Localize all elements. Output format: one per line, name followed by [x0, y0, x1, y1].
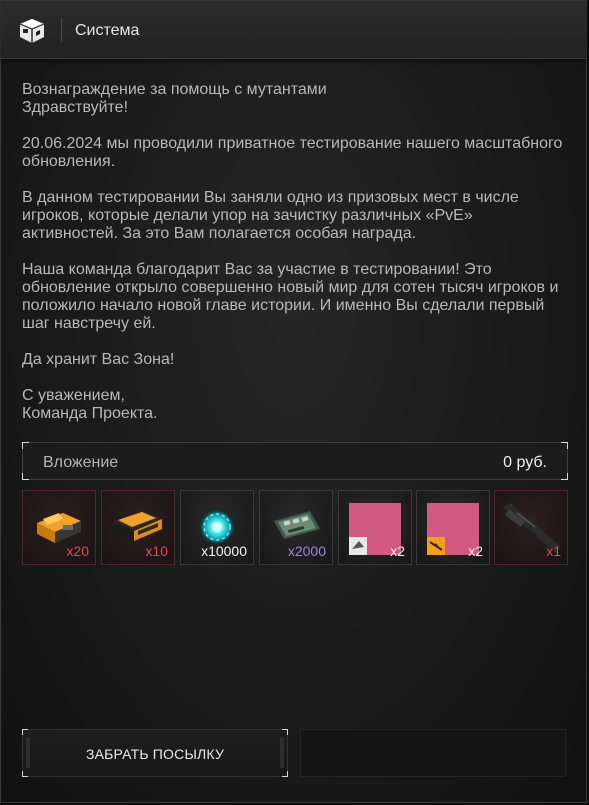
header-separator — [61, 18, 62, 42]
item-quantity: x2 — [390, 543, 405, 559]
package-icon — [19, 19, 45, 43]
item-quantity: x1 — [546, 543, 561, 559]
item-quantity: x20 — [66, 543, 89, 559]
message-paragraph: 20.06.2024 мы проводили приватное тестир… — [22, 135, 563, 170]
message-paragraph: Да хранит Вас Зона! — [22, 351, 175, 368]
item-quantity: x2 — [468, 543, 483, 559]
item-slot[interactable]: x2 — [338, 490, 412, 565]
message-signature: С уважением, Команда Проекта. — [22, 387, 158, 422]
message-body: Вознаграждение за помощь с мутантами Здр… — [22, 81, 572, 423]
item-slot[interactable]: x2 — [416, 490, 490, 565]
message-paragraph: Вознаграждение за помощь с мутантами Здр… — [22, 81, 327, 116]
system-mail-window: Система Вознаграждение за помощь с мутан… — [0, 0, 587, 803]
message-paragraph: В данном тестировании Вы заняли одно из … — [22, 189, 519, 242]
item-slot[interactable]: x2000 — [259, 490, 333, 565]
message-paragraph: Наша команда благодарит Вас за участие в… — [22, 261, 559, 332]
window-title: Система — [75, 22, 140, 39]
claim-button-label: ЗАБРАТЬ ПОСЫЛКУ — [85, 746, 225, 762]
attachment-price: 0 руб. — [503, 454, 547, 471]
item-slot[interactable]: x1 — [494, 490, 568, 565]
attachment-label: Вложение — [43, 454, 119, 471]
item-quantity: x10 — [145, 543, 168, 559]
claim-package-button[interactable]: ЗАБРАТЬ ПОСЫЛКУ — [22, 729, 288, 777]
item-slot[interactable]: x10000 — [180, 490, 254, 565]
item-quantity: x10000 — [201, 543, 247, 559]
attachment-bar: Вложение 0 руб. — [22, 442, 568, 480]
item-slot[interactable]: x10 — [101, 490, 175, 565]
item-slot[interactable]: x20 — [22, 490, 96, 565]
secondary-button-area — [300, 729, 566, 777]
window-header: Система — [1, 1, 586, 59]
item-quantity: x2000 — [287, 543, 326, 559]
